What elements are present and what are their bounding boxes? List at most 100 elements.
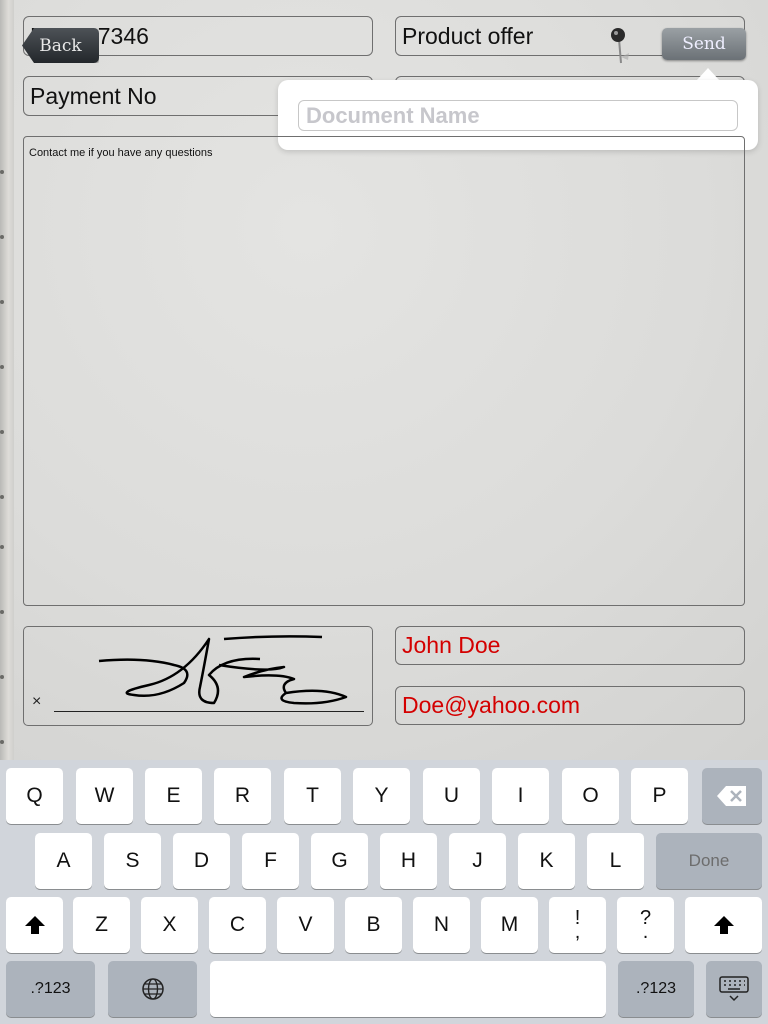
name-value: John Doe [402,632,501,658]
globe-icon [141,978,164,1000]
back-label: Back [39,35,82,56]
key-i[interactable]: I [492,768,549,824]
key-e[interactable]: E [145,768,202,824]
key-label: C [229,913,246,936]
hide-keyboard-key[interactable] [706,961,762,1017]
pin-icon [611,28,629,64]
key-label: W [94,784,115,807]
notebook-spine [0,0,14,760]
key-label: H [400,849,417,872]
spine-hole [0,675,4,679]
shift-left-key[interactable] [6,897,63,953]
key-j[interactable]: J [449,833,506,889]
key-f[interactable]: F [242,833,299,889]
key-label: .?123 [635,980,677,997]
spine-hole [0,430,4,434]
message-textarea[interactable]: Contact me if you have any questions [23,136,745,606]
send-button[interactable]: Send [662,28,746,60]
key-s[interactable]: S [104,833,161,889]
key-k[interactable]: K [518,833,575,889]
backspace-icon [717,786,746,806]
key-n[interactable]: N [413,897,470,953]
spine-hole [0,170,4,174]
signature-stroke [98,635,348,705]
key-z[interactable]: Z [73,897,130,953]
spine-hole [0,365,4,369]
key-label: Y [374,784,389,807]
key-label: Q [26,784,43,807]
key-g[interactable]: G [311,833,368,889]
key-p[interactable]: P [631,768,688,824]
document-name-input[interactable]: Document Name [298,100,738,131]
key-label: A [56,849,71,872]
key-label: K [539,849,554,872]
key-label: P [652,784,667,807]
keyboard-hide-icon [719,976,749,1002]
shift-icon [24,916,45,934]
key-label: L [609,849,622,872]
key-label: .?123 [30,980,71,997]
key-label: U [443,784,460,807]
key-label: B [366,913,381,936]
onscreen-keyboard: Q W E R T Y U I O P A S D F G H J K L Do… [0,760,768,1024]
key-u[interactable]: U [423,768,480,824]
key-q[interactable]: Q [6,768,63,824]
key-exclaim-comma[interactable]: ! , [549,897,606,953]
space-key[interactable] [210,961,606,1017]
key-label: T [306,784,319,807]
key-b[interactable]: B [345,897,402,953]
spine-hole [0,545,4,549]
shift-right-key[interactable] [685,897,762,953]
signature-pad[interactable]: × [23,626,373,726]
key-label: N [433,913,450,936]
key-x[interactable]: X [141,897,198,953]
key-label: R [234,784,251,807]
key-label: . [642,921,649,943]
key-t[interactable]: T [284,768,341,824]
key-m[interactable]: M [481,897,538,953]
document-name-placeholder: Document Name [306,102,480,128]
numbers-key-right[interactable]: .?123 [618,961,694,1017]
key-h[interactable]: H [380,833,437,889]
email-field[interactable]: Doe@yahoo.com [395,686,745,725]
payment-number-label: Payment No [30,82,157,109]
key-a[interactable]: A [35,833,92,889]
key-label: X [162,913,177,936]
shift-icon [713,916,734,934]
email-value: Doe@yahoo.com [402,692,581,718]
key-label: V [298,913,313,936]
key-label: F [264,849,277,872]
key-question-period[interactable]: ? . [617,897,674,953]
key-y[interactable]: Y [353,768,410,824]
key-r[interactable]: R [214,768,271,824]
spine-hole [0,740,4,744]
key-label: D [193,849,210,872]
key-label: I [517,784,524,807]
globe-key[interactable] [108,961,197,1017]
done-key[interactable]: Done [656,833,762,889]
spine-hole [0,610,4,614]
key-label: M [500,913,519,936]
spine-hole [0,300,4,304]
key-w[interactable]: W [76,768,133,824]
key-label: O [582,784,599,807]
key-label: E [166,784,181,807]
key-o[interactable]: O [562,768,619,824]
key-c[interactable]: C [209,897,266,953]
key-d[interactable]: D [173,833,230,889]
back-button[interactable]: Back [22,28,99,63]
backspace-key[interactable] [702,768,762,824]
key-label: G [331,849,348,872]
spine-hole [0,495,4,499]
key-label: , [574,921,581,943]
numbers-key-left[interactable]: .?123 [6,961,95,1017]
key-label: J [472,849,483,872]
key-label: S [125,849,140,872]
key-v[interactable]: V [277,897,334,953]
spine-hole [0,235,4,239]
message-text: Contact me if you have any questions [29,147,213,159]
key-l[interactable]: L [587,833,644,889]
done-label: Done [688,851,730,870]
name-field[interactable]: John Doe [395,626,745,665]
key-label: Z [95,913,108,936]
